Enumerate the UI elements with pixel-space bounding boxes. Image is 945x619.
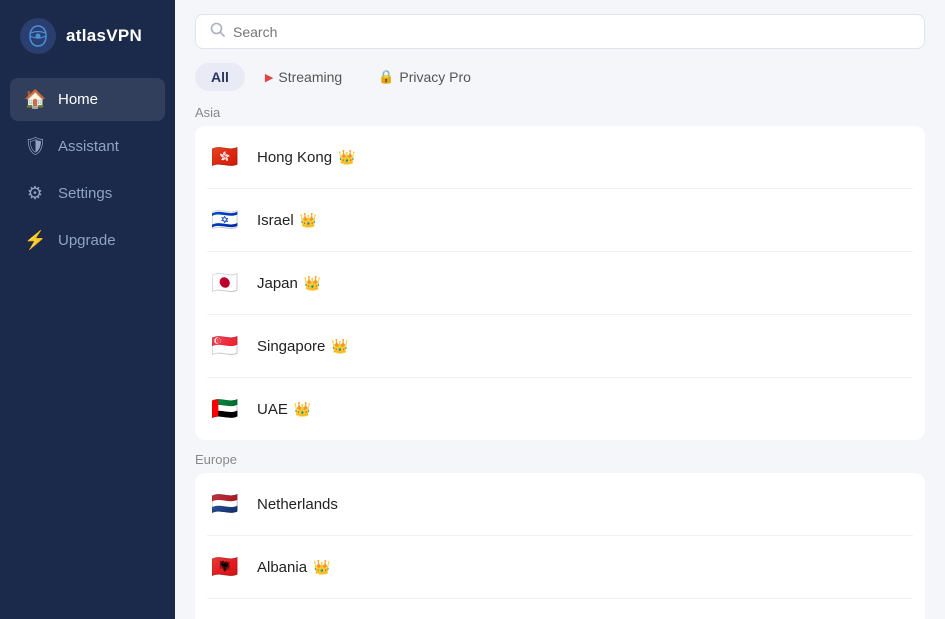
crown-uae: 👑 bbox=[294, 401, 311, 418]
settings-icon: ⚙ bbox=[24, 183, 46, 204]
sidebar-item-home-label: Home bbox=[58, 91, 98, 108]
flag-hong-kong: 🇭🇰 bbox=[207, 139, 243, 175]
server-name-singapore: Singapore 👑 bbox=[257, 338, 349, 355]
crown-israel: 👑 bbox=[300, 212, 317, 229]
sidebar-item-home[interactable]: 🏠 Home bbox=[10, 78, 165, 121]
logo-text: atlasVPN bbox=[66, 26, 142, 46]
server-item-netherlands[interactable]: 🇳🇱 Netherlands bbox=[207, 473, 913, 536]
server-name-albania: Albania 👑 bbox=[257, 559, 330, 576]
server-item-albania[interactable]: 🇦🇱 Albania 👑 bbox=[207, 536, 913, 599]
search-input[interactable] bbox=[233, 24, 910, 40]
sidebar-item-upgrade-label: Upgrade bbox=[58, 232, 116, 249]
flag-japan: 🇯🇵 bbox=[207, 265, 243, 301]
server-name-hong-kong: Hong Kong 👑 bbox=[257, 149, 356, 166]
server-item-israel[interactable]: 🇮🇱 Israel 👑 bbox=[207, 189, 913, 252]
server-list: Asia 🇭🇰 Hong Kong 👑 🇮🇱 Israel 👑 bbox=[175, 101, 945, 619]
sidebar-item-upgrade[interactable]: ⚡ Upgrade bbox=[10, 219, 165, 262]
upgrade-icon: ⚡ bbox=[24, 230, 46, 251]
server-item-singapore[interactable]: 🇸🇬 Singapore 👑 bbox=[207, 315, 913, 378]
atlasvpn-logo-icon bbox=[20, 18, 56, 54]
crown-singapore: 👑 bbox=[331, 338, 348, 355]
flag-singapore: 🇸🇬 bbox=[207, 328, 243, 364]
tab-streaming[interactable]: ▶ Streaming bbox=[249, 63, 358, 91]
server-name-japan: Japan 👑 bbox=[257, 275, 321, 292]
crown-albania: 👑 bbox=[313, 559, 330, 576]
assistant-icon: 🛡 bbox=[24, 136, 46, 157]
logo-area: atlasVPN bbox=[0, 18, 175, 78]
tab-all-label: All bbox=[211, 69, 229, 85]
tab-privacy-label: Privacy Pro bbox=[399, 69, 471, 85]
shield-privacy-icon: 🔒 bbox=[378, 69, 394, 85]
server-name-uae: UAE 👑 bbox=[257, 401, 311, 418]
play-icon: ▶ bbox=[265, 71, 273, 84]
sidebar: atlasVPN 🏠 Home 🛡 Assistant ⚙ Settings ⚡… bbox=[0, 0, 175, 619]
home-icon: 🏠 bbox=[24, 89, 46, 110]
server-name-netherlands: Netherlands bbox=[257, 496, 338, 513]
region-europe-label: Europe bbox=[195, 448, 925, 469]
search-bar bbox=[195, 14, 925, 49]
tab-privacy-pro[interactable]: 🔒 Privacy Pro bbox=[362, 63, 487, 91]
tab-streaming-label: Streaming bbox=[278, 69, 342, 85]
server-item-japan[interactable]: 🇯🇵 Japan 👑 bbox=[207, 252, 913, 315]
server-item-austria[interactable]: 🇦🇹 Austria 👑 bbox=[207, 599, 913, 619]
crown-japan: 👑 bbox=[304, 275, 321, 292]
flag-israel: 🇮🇱 bbox=[207, 202, 243, 238]
region-asia: Asia 🇭🇰 Hong Kong 👑 🇮🇱 Israel 👑 bbox=[195, 101, 925, 440]
region-europe: Europe 🇳🇱 Netherlands 🇦🇱 Albania 👑 bbox=[195, 448, 925, 619]
main-content: All ▶ Streaming 🔒 Privacy Pro Asia 🇭🇰 Ho… bbox=[175, 0, 945, 619]
flag-netherlands: 🇳🇱 bbox=[207, 486, 243, 522]
sidebar-item-assistant[interactable]: 🛡 Assistant bbox=[10, 125, 165, 168]
server-item-hong-kong[interactable]: 🇭🇰 Hong Kong 👑 bbox=[207, 126, 913, 189]
sidebar-item-settings-label: Settings bbox=[58, 185, 112, 202]
server-name-israel: Israel 👑 bbox=[257, 212, 317, 229]
flag-austria: 🇦🇹 bbox=[207, 612, 243, 619]
search-bar-wrap bbox=[175, 0, 945, 59]
crown-hong-kong: 👑 bbox=[338, 149, 355, 166]
sidebar-item-assistant-label: Assistant bbox=[58, 138, 119, 155]
region-europe-card: 🇳🇱 Netherlands 🇦🇱 Albania 👑 🇦🇹 Aus bbox=[195, 473, 925, 619]
flag-uae: 🇦🇪 bbox=[207, 391, 243, 427]
sidebar-nav: 🏠 Home 🛡 Assistant ⚙ Settings ⚡ Upgrade bbox=[0, 78, 175, 262]
tab-all[interactable]: All bbox=[195, 63, 245, 91]
server-item-uae[interactable]: 🇦🇪 UAE 👑 bbox=[207, 378, 913, 440]
filter-tabs: All ▶ Streaming 🔒 Privacy Pro bbox=[175, 59, 945, 101]
sidebar-item-settings[interactable]: ⚙ Settings bbox=[10, 172, 165, 215]
search-icon bbox=[210, 22, 225, 41]
flag-albania: 🇦🇱 bbox=[207, 549, 243, 585]
region-asia-label: Asia bbox=[195, 101, 925, 122]
region-asia-card: 🇭🇰 Hong Kong 👑 🇮🇱 Israel 👑 🇯🇵 bbox=[195, 126, 925, 440]
